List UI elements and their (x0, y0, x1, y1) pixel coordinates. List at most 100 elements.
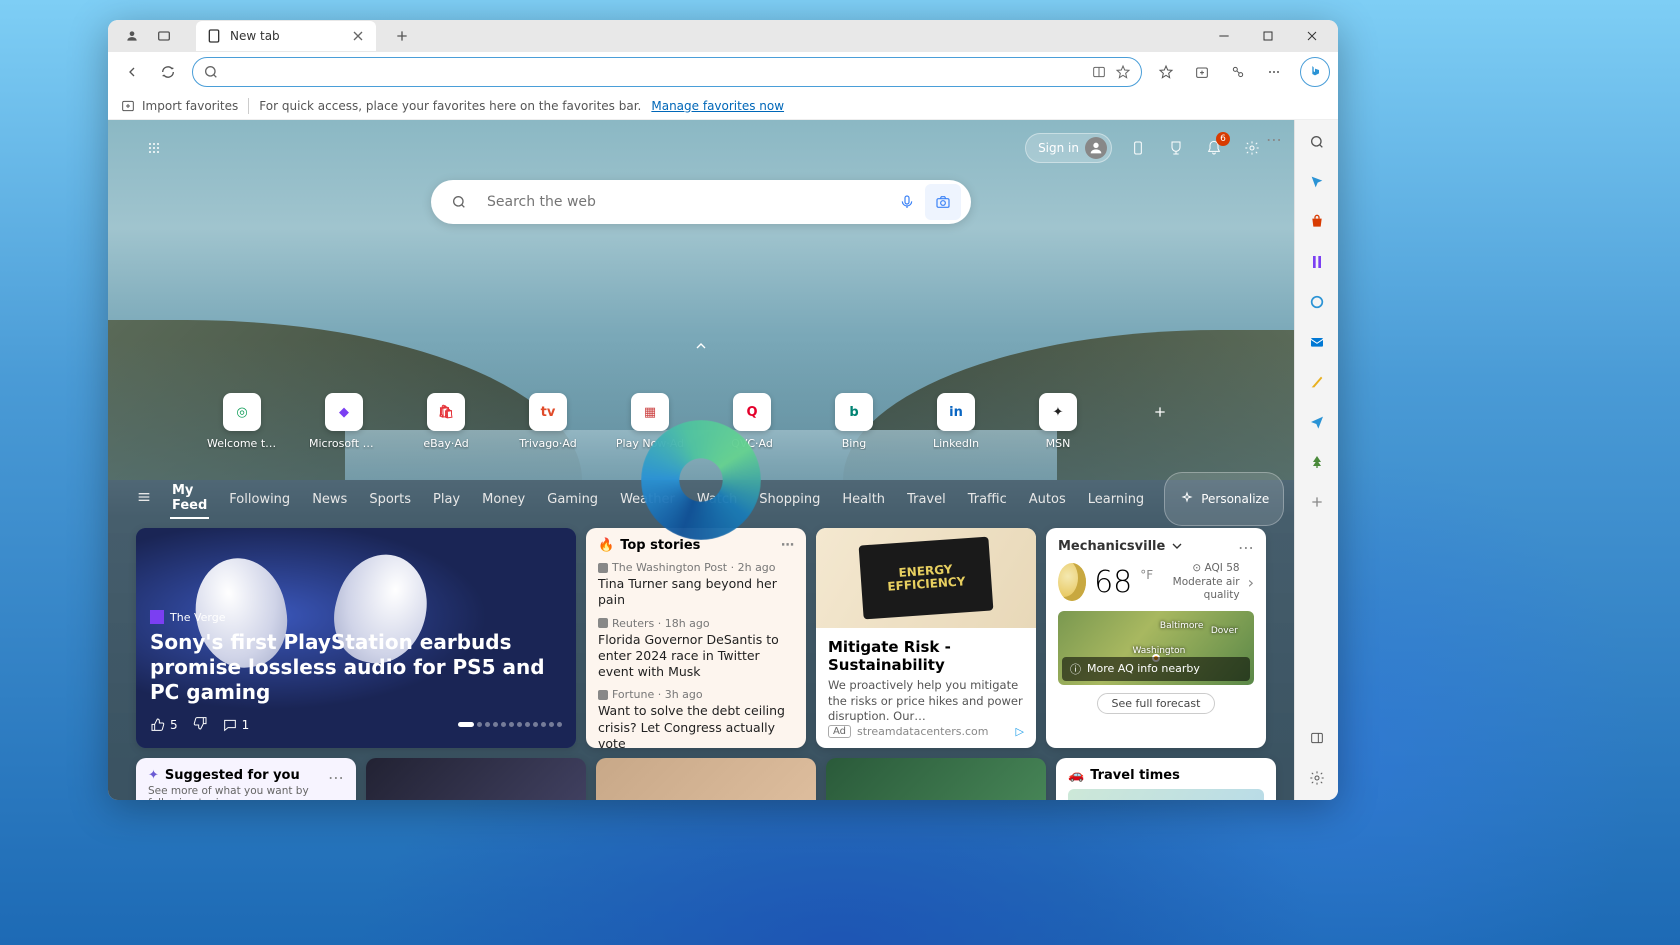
sidebar-discover-icon[interactable] (1303, 168, 1331, 196)
collapse-quicklinks-button[interactable] (693, 338, 709, 358)
sidebar-shopping-icon[interactable] (1303, 208, 1331, 236)
sign-in-button[interactable]: Sign in (1025, 133, 1112, 163)
top-stories-card: 🔥Top stories⋯ The Washington Post · 2h a… (586, 528, 806, 748)
quick-link[interactable]: 🛍eBay·Ad (416, 393, 476, 450)
sidebar-toggle-button[interactable] (1303, 724, 1331, 752)
sidebar-settings-button[interactable] (1303, 764, 1331, 792)
sidebar-drop-icon[interactable] (1303, 408, 1331, 436)
maximize-button[interactable] (1246, 20, 1290, 52)
sidebar-outlook-icon[interactable] (1303, 328, 1331, 356)
sidebar-games-icon[interactable] (1303, 368, 1331, 396)
avatar-icon (1085, 137, 1107, 159)
profile-button[interactable] (120, 24, 144, 48)
address-input[interactable] (227, 65, 1083, 80)
ad-card[interactable]: ENERGY EFFICIENCY Mitigate Risk - Sustai… (816, 528, 1036, 748)
favorites-bar: Import favorites For quick access, place… (108, 92, 1338, 120)
feed-nav-item[interactable]: Gaming (545, 488, 600, 511)
personalize-button[interactable]: Personalize (1164, 472, 1284, 526)
flame-icon: 🔥 (598, 538, 614, 553)
favorite-star-icon[interactable] (1115, 64, 1131, 80)
sidebar-add-button[interactable] (1303, 488, 1331, 516)
close-window-button[interactable] (1290, 20, 1334, 52)
sidebar-search-icon[interactable] (1303, 128, 1331, 156)
separator (248, 98, 249, 114)
dislike-button[interactable] (192, 715, 208, 734)
news-thumbnail-card[interactable] (596, 758, 816, 800)
import-favorites-icon[interactable]: Import favorites (120, 98, 238, 114)
car-icon: 🚗 (1068, 768, 1084, 783)
edge-sidebar (1294, 120, 1338, 800)
ad-choices-icon[interactable]: ▷ (1016, 725, 1024, 738)
see-forecast-button[interactable]: See full forecast (1097, 693, 1216, 714)
feed-menu-icon[interactable] (136, 489, 152, 509)
sidebar-tree-icon[interactable] (1303, 448, 1331, 476)
tab-new-tab[interactable]: New tab (196, 21, 376, 51)
page-content[interactable]: Sign in 6 (108, 120, 1294, 800)
bing-chat-button[interactable] (1300, 57, 1330, 87)
feed-nav-item[interactable]: My Feed (170, 479, 209, 519)
top-story-item[interactable]: The Washington Post · 2h agoTina Turner … (598, 561, 794, 609)
feed-nav-item[interactable]: Following (227, 488, 292, 511)
card-menu-icon[interactable]: ⋯ (1238, 538, 1254, 557)
sidebar-tools-icon[interactable] (1303, 248, 1331, 276)
carousel-dots[interactable] (458, 722, 562, 727)
mobile-icon[interactable] (1126, 136, 1150, 160)
temperature-unit: °F (1140, 568, 1153, 582)
quick-link-add[interactable] (1130, 393, 1190, 450)
feed-nav-item[interactable]: Money (480, 488, 527, 511)
quick-link[interactable]: ◎Welcome to … (212, 393, 272, 450)
news-thumbnail-card[interactable] (826, 758, 1046, 800)
quick-link[interactable]: ◆Microsoft 365 (314, 393, 374, 450)
address-bar[interactable] (192, 57, 1142, 87)
comments-button[interactable]: 1 (222, 717, 250, 733)
ad-image: ENERGY EFFICIENCY (816, 528, 1036, 628)
news-thumbnail-card[interactable] (366, 758, 586, 800)
quick-link[interactable]: inLinkedIn (926, 393, 986, 450)
back-button[interactable] (116, 56, 148, 88)
new-tab-button[interactable] (388, 22, 416, 50)
favorites-button[interactable] (1150, 56, 1182, 88)
tab-actions-button[interactable] (152, 24, 176, 48)
app-launcher-button[interactable] (138, 132, 170, 164)
split-screen-icon[interactable] (1091, 64, 1107, 80)
feed-nav-item[interactable]: Sports (367, 488, 413, 511)
menu-button[interactable] (1258, 56, 1290, 88)
like-button[interactable]: 5 (150, 717, 178, 733)
collections-button[interactable] (1186, 56, 1218, 88)
manage-favorites-link[interactable]: Manage favorites now (651, 99, 784, 113)
top-story-item[interactable]: Reuters · 18h agoFlorida Governor DeSant… (598, 617, 794, 681)
chevron-down-icon[interactable] (1169, 538, 1185, 554)
refresh-button[interactable] (152, 56, 184, 88)
extensions-button[interactable] (1222, 56, 1254, 88)
travel-times-card[interactable]: ⋯ 🚗Travel times (1056, 758, 1276, 800)
feed-nav-item[interactable]: Autos (1027, 488, 1068, 511)
feed-nav-item[interactable]: Traffic (966, 488, 1009, 511)
top-story-item[interactable]: Fortune · 3h agoWant to solve the debt c… (598, 688, 794, 748)
feed-nav-item[interactable]: Health (840, 488, 887, 511)
quick-link[interactable]: bBing (824, 393, 884, 450)
weather-next-icon[interactable]: › (1248, 573, 1254, 592)
quick-link[interactable]: tvTrivago·Ad (518, 393, 578, 450)
web-search-input[interactable] (487, 194, 889, 210)
web-search-bar[interactable] (431, 180, 971, 224)
minimize-button[interactable] (1202, 20, 1246, 52)
feed-nav-item[interactable]: Shopping (757, 488, 822, 511)
sidebar-office-icon[interactable] (1303, 288, 1331, 316)
settings-icon[interactable] (1240, 136, 1264, 160)
rewards-icon[interactable] (1164, 136, 1188, 160)
weather-card[interactable]: Mechanicsville ⋯ 68 °F ⊙ AQI 58Moderate … (1046, 528, 1266, 748)
more-aq-button[interactable]: ⓘ More AQ info nearby (1062, 657, 1250, 681)
visual-search-icon[interactable] (925, 184, 961, 220)
feed-nav-item[interactable]: Learning (1086, 488, 1146, 511)
feed-nav-item[interactable]: Play (431, 488, 462, 511)
card-menu-icon[interactable]: ⋯ (328, 768, 344, 787)
aq-map[interactable]: Baltimore Dover Washington ⓘ More AQ inf… (1058, 611, 1254, 685)
feed-nav-item[interactable]: News (310, 488, 349, 511)
voice-search-icon[interactable] (889, 184, 925, 220)
quick-link[interactable]: ✦MSN (1028, 393, 1088, 450)
feed-nav-item[interactable]: Travel (905, 488, 948, 511)
notifications-icon[interactable]: 6 (1202, 136, 1226, 160)
hero-news-card[interactable]: The Verge Sony's first PlayStation earbu… (136, 528, 576, 748)
card-menu-icon[interactable]: ⋯ (781, 538, 794, 553)
tab-close-button[interactable] (350, 28, 366, 44)
